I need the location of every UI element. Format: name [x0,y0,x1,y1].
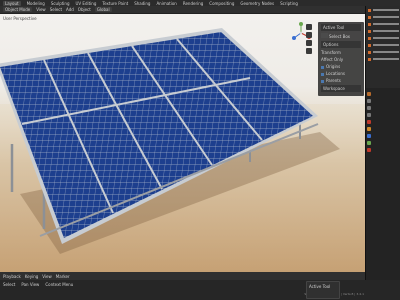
outliner-row[interactable] [368,21,399,27]
workspace-header[interactable]: Workspace [321,85,361,92]
outliner-row[interactable] [368,28,399,34]
menu-select[interactable]: Select [50,7,62,12]
outliner-row[interactable] [368,35,399,41]
outliner[interactable] [365,6,400,88]
data-tab-icon[interactable] [367,141,371,145]
menu-view-timeline[interactable]: View [42,274,52,279]
tool-selector[interactable]: Select Box [321,33,361,39]
viewport-label: User Perspective [3,16,37,21]
outliner-row[interactable] [368,7,399,13]
menu-keying[interactable]: Keying [25,274,38,279]
outliner-row[interactable] [368,56,399,62]
tab-texture-paint[interactable]: Texture Paint [102,1,128,6]
active-tool-popover[interactable]: Active Tool [306,281,340,299]
affect-only-label: Affect Only [321,57,344,62]
mode-dropdown[interactable]: Object Mode [3,7,33,12]
outliner-row[interactable] [368,42,399,48]
scene-tab-icon[interactable] [367,113,371,117]
tab-shading[interactable]: Shading [134,1,150,6]
output-tab-icon[interactable] [367,106,371,110]
outliner-row[interactable] [368,14,399,20]
tab-uv-editing[interactable]: UV Editing [76,1,97,6]
select-box-icon [321,33,328,38]
material-tab-icon[interactable] [367,148,371,152]
menu-marker[interactable]: Marker [56,274,70,279]
status-select: Select [3,282,16,287]
checkbox-icon [321,72,324,76]
world-tab-icon[interactable] [367,120,371,124]
tool-settings-panel: Active Tool Select Box Options Transform… [318,22,364,96]
render-tab-icon[interactable] [367,99,371,103]
tab-geometry-nodes[interactable]: Geometry Nodes [240,1,274,6]
properties-editor[interactable] [365,88,400,280]
origins-checkbox[interactable]: Origins [321,64,361,69]
grid-icon[interactable] [306,48,312,54]
menu-view[interactable]: View [36,7,46,12]
tab-sculpting[interactable]: Sculpting [51,1,70,6]
active-tool-header[interactable]: Active Tool [321,24,361,31]
status-context-menu: Context Menu [45,282,74,287]
locations-checkbox[interactable]: Locations [321,71,361,76]
camera-icon[interactable] [306,40,312,46]
options-header[interactable]: Options [321,41,361,48]
origins-label: Origins [326,64,341,69]
menu-object[interactable]: Object [78,7,91,12]
tool-tab-icon[interactable] [367,92,371,96]
viewport-nav-buttons [306,24,312,54]
tab-compositing[interactable]: Compositing [209,1,234,6]
tab-layout[interactable]: Layout [3,0,21,6]
hand-icon[interactable] [306,32,312,38]
orientation-dropdown[interactable]: Global [94,7,112,12]
menu-playback[interactable]: Playback [3,274,21,279]
checkbox-icon [321,79,324,83]
object-tab-icon[interactable] [367,127,371,131]
outliner-row[interactable] [368,49,399,55]
popover-title: Active Tool [309,284,331,289]
transform-label: Transform [321,50,341,55]
tab-animation[interactable]: Animation [156,1,176,6]
status-bar: Select Pan View Context Menu [0,280,400,300]
modifier-tab-icon[interactable] [367,134,371,138]
tab-rendering[interactable]: Rendering [183,1,203,6]
tab-modeling[interactable]: Modeling [27,1,45,6]
menu-add[interactable]: Add [66,7,74,12]
locations-label: Locations [326,71,346,76]
viewport-header: Object Mode View Select Add Object Globa… [0,6,365,14]
parents-label: Parents [326,78,341,83]
tool-name: Select Box [329,34,351,39]
checkbox-icon [321,65,324,69]
parents-checkbox[interactable]: Parents [321,78,361,83]
timeline-toolbar: Playback Keying View Marker [0,272,365,280]
tab-scripting[interactable]: Scripting [280,1,298,6]
properties-tabs [367,92,371,152]
zoom-icon[interactable] [306,24,312,30]
status-pan-view: Pan View [21,282,40,287]
